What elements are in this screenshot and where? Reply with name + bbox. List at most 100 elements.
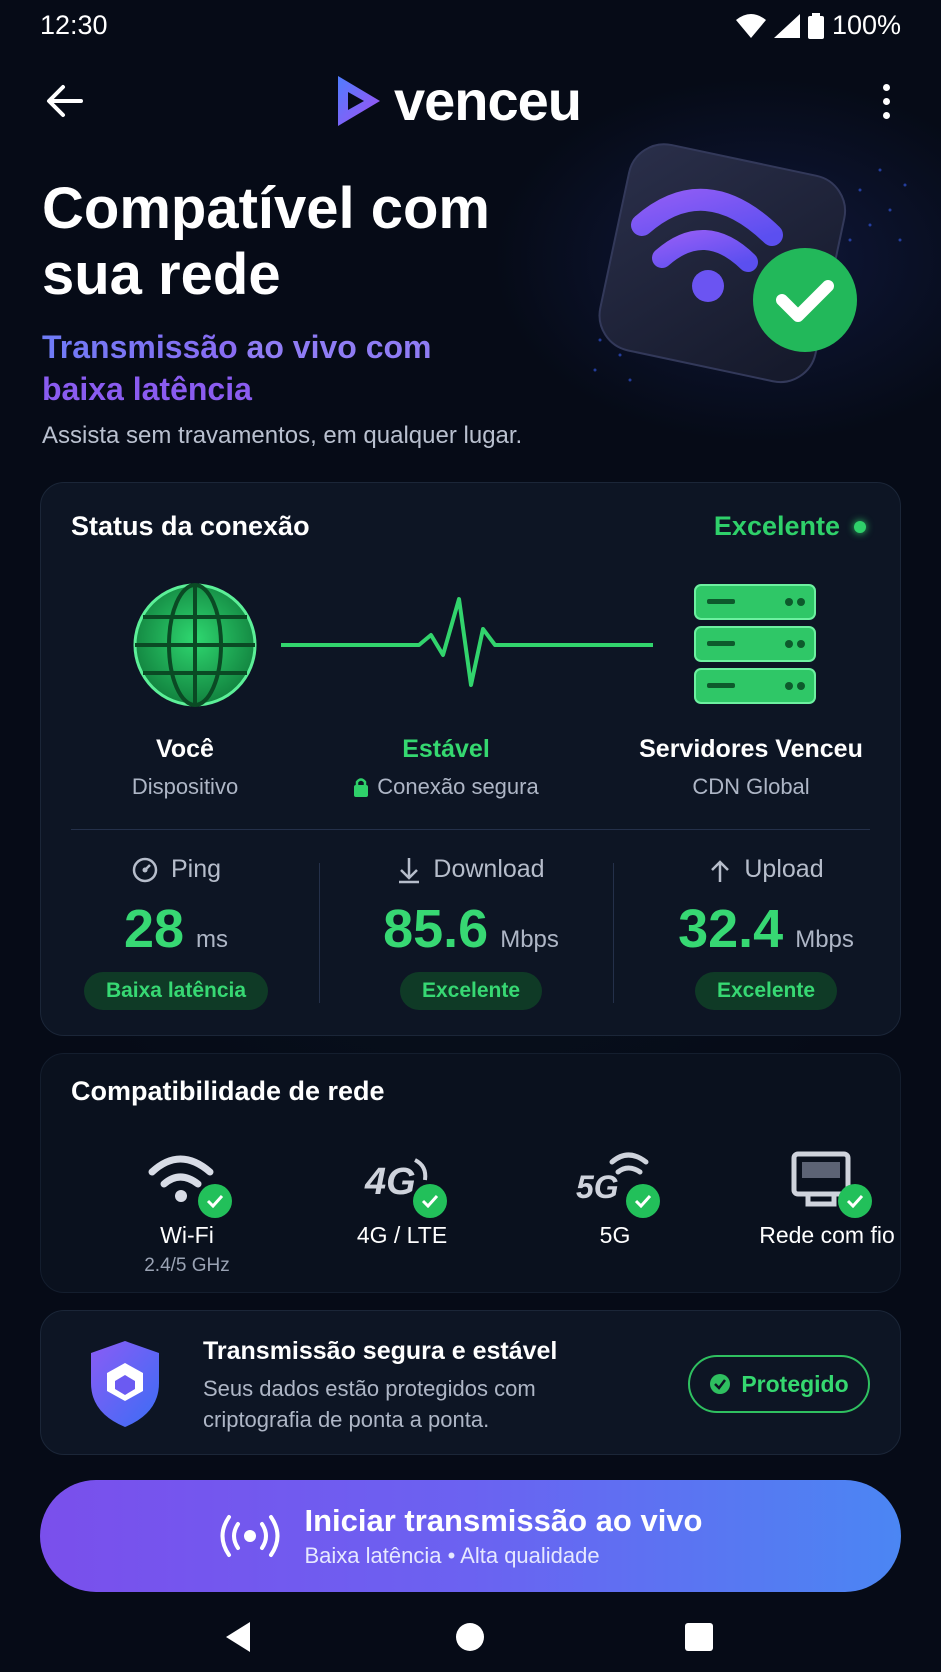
metric-ping: Ping 28 ms Baixa latência — [41, 855, 311, 1010]
metric-upload-value: 32.4 — [678, 899, 784, 959]
metric-download-badge: Excelente — [399, 972, 543, 1010]
check-icon — [838, 1184, 872, 1218]
compat-wifi-sub: 2.4/5 GHz — [144, 1255, 230, 1276]
connection-status-badge: Excelente — [714, 511, 866, 542]
metric-separator — [613, 863, 614, 1003]
status-time: 12:30 — [40, 10, 108, 40]
secure-stream-card: Transmissão segura e estável Seus dados … — [40, 1310, 901, 1455]
compat-5g-label: 5G — [599, 1222, 631, 1248]
metric-upload-label: Upload — [744, 855, 824, 883]
gauge-icon — [132, 857, 158, 882]
network-compatibility-card: Compatibilidade de rede Wi-Fi 2.4/5 GHz … — [40, 1053, 901, 1293]
node-servers: Servidores Venceu CDN Global — [631, 735, 871, 800]
status-icons: 100% — [735, 10, 901, 41]
secure-title: Transmissão segura e estável — [203, 1337, 558, 1365]
more-dot — [882, 97, 890, 105]
metric-download-label: Download — [433, 855, 545, 883]
status-dot-icon — [854, 520, 866, 533]
system-navigation-bar — [0, 1600, 941, 1672]
app-logo: venceu — [332, 68, 582, 133]
metric-ping-value: 28 — [123, 899, 185, 959]
arrow-left-icon — [47, 85, 83, 117]
metric-upload-unit: Mbps — [795, 926, 854, 953]
top-navigation: venceu — [0, 60, 941, 140]
svg-text:4G: 4G — [364, 1161, 416, 1203]
node-device-sub: Dispositivo — [131, 774, 239, 799]
page-title: Compatível com sua rede — [42, 176, 490, 307]
battery-icon — [807, 12, 824, 39]
cell-signal-icon — [773, 13, 800, 38]
metric-ping-unit: ms — [196, 926, 229, 953]
node-connection-label: Estável — [402, 735, 490, 763]
metric-upload: Upload 32.4 Mbps Excelente — [631, 855, 901, 1010]
compat-5g-icon-wrap: 5G — [570, 1138, 660, 1218]
metric-download-value-row: 85.6 Mbps — [336, 898, 606, 960]
connection-status-text: Excelente — [713, 511, 840, 541]
cta-title: Iniciar transmissão ao vivo — [304, 1503, 703, 1538]
nav-back-icon[interactable] — [222, 1620, 256, 1654]
compat-wired-label: Rede com fio — [759, 1222, 895, 1248]
connection-status-title: Status da conexão — [71, 511, 310, 541]
metric-download-head: Download — [336, 855, 606, 884]
check-icon — [626, 1184, 660, 1218]
shield-icon — [91, 1341, 159, 1427]
cta-content: Iniciar transmissão ao vivo Baixa latênc… — [218, 1503, 703, 1569]
cta-text: Iniciar transmissão ao vivo Baixa latênc… — [304, 1503, 702, 1569]
hero-subtitle-part1: Transmissão — [42, 329, 238, 365]
hero-description: Assista sem travamentos, em qualquer lug… — [42, 422, 523, 449]
download-arrow-icon — [399, 857, 420, 883]
metric-download-value: 85.6 — [383, 899, 489, 959]
compat-4g-label: 4G / LTE — [356, 1222, 448, 1248]
node-connection: Estável Conexão segura — [331, 735, 561, 800]
battery-percent: 100% — [831, 10, 901, 40]
more-options-button[interactable] — [871, 78, 901, 124]
metric-upload-head: Upload — [631, 855, 901, 884]
metric-download-unit: Mbps — [500, 926, 559, 953]
back-button[interactable] — [40, 78, 90, 124]
metric-ping-head: Ping — [41, 855, 311, 884]
protected-badge-label: Protegido — [741, 1370, 849, 1397]
compat-wifi: Wi-Fi 2.4/5 GHz — [87, 1138, 287, 1277]
heartbeat-line-icon — [281, 597, 653, 687]
compat-wifi-icon-wrap — [142, 1138, 232, 1218]
logo-text: venceu — [394, 69, 582, 132]
compat-4g-icon-wrap: 4G — [357, 1138, 447, 1218]
compatibility-title: Compatibilidade de rede — [71, 1076, 385, 1106]
compat-5g: 5G 5G — [515, 1138, 715, 1249]
more-dot — [882, 83, 890, 91]
check-circle-icon — [710, 1374, 731, 1394]
node-connection-sub-wrap: Conexão segura — [331, 774, 561, 800]
wifi-signal-icon — [735, 13, 766, 38]
start-live-stream-button[interactable]: Iniciar transmissão ao vivo Baixa latênc… — [40, 1480, 901, 1592]
compat-wired-icon-wrap — [782, 1138, 872, 1218]
metric-ping-label: Ping — [170, 855, 222, 883]
cta-subtitle: Baixa latência • Alta qualidade — [304, 1543, 600, 1568]
compat-wired: Rede com fio — [727, 1138, 927, 1249]
metric-upload-badge: Excelente — [694, 972, 838, 1010]
hero-subtitle-part3: baixa latência — [42, 371, 252, 407]
metric-upload-value-row: 32.4 Mbps — [631, 898, 901, 960]
status-divider — [71, 829, 870, 830]
node-device-label: Você — [156, 735, 214, 763]
node-servers-sub: CDN Global — [692, 774, 810, 799]
lock-icon — [354, 778, 369, 797]
broadcast-icon — [220, 1515, 280, 1557]
server-icon — [694, 584, 816, 704]
metric-separator — [319, 863, 320, 1003]
check-icon — [413, 1184, 447, 1218]
hero-subtitle-part2: ao vivo com — [237, 329, 432, 365]
hero-subtitle: Transmissão ao vivo com baixa latência — [42, 326, 502, 410]
metric-ping-value-row: 28 ms — [41, 898, 311, 960]
upload-arrow-icon — [711, 859, 730, 882]
nav-home-icon[interactable] — [453, 1620, 487, 1654]
protected-badge[interactable]: Protegido — [688, 1355, 870, 1413]
nav-recents-icon[interactable] — [682, 1620, 716, 1654]
check-icon — [198, 1184, 232, 1218]
wifi-check-illustration — [593, 143, 907, 384]
secure-description: Seus dados estão protegidos com criptogr… — [203, 1376, 536, 1432]
metric-ping-badge: Baixa latência — [83, 972, 269, 1010]
svg-text:5G: 5G — [576, 1169, 619, 1205]
compat-wifi-label: Wi-Fi — [160, 1222, 214, 1248]
node-servers-label: Servidores Venceu — [639, 735, 863, 763]
globe-icon — [133, 583, 257, 707]
